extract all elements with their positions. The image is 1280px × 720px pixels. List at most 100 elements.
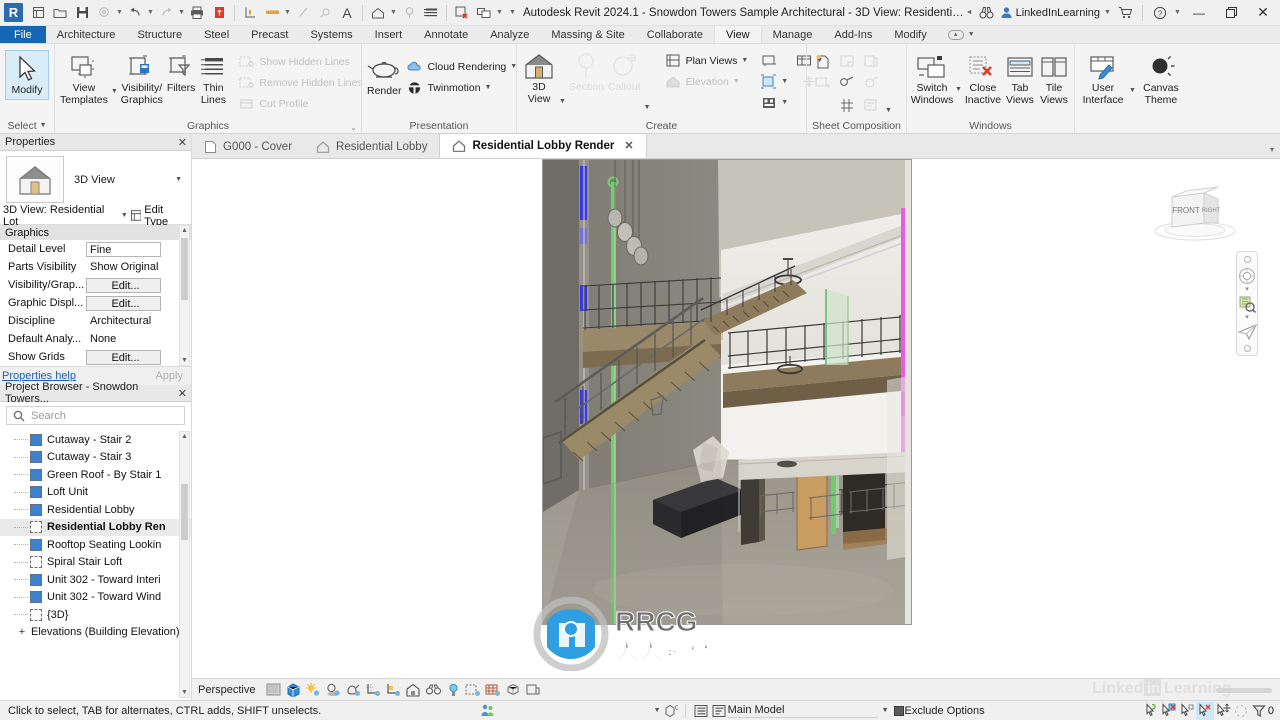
rendering-dialog-icon[interactable] xyxy=(343,680,363,700)
property-value-show-grids[interactable]: Edit... xyxy=(86,349,161,365)
properties-scroll-up-icon[interactable]: ▲ xyxy=(180,227,189,234)
sun-path-icon[interactable] xyxy=(303,680,323,700)
qat-customize-icon[interactable]: ▼ xyxy=(508,9,517,16)
view-3d-dropdown-icon[interactable]: ▼ xyxy=(389,9,398,16)
tab-views-button[interactable]: Tab Views xyxy=(1004,49,1036,108)
temporary-hide-isolate-icon[interactable] xyxy=(423,680,443,700)
rendered-3d-view-image[interactable] xyxy=(542,159,912,625)
twinmotion-dropdown-icon[interactable]: ▼ xyxy=(485,84,492,91)
callout-button[interactable]: Callout xyxy=(607,48,642,96)
cloud-rendering-item[interactable]: Cloud Rendering ▼ xyxy=(404,56,519,77)
guide-grid-icon[interactable] xyxy=(839,75,856,92)
show-crop-region-icon[interactable] xyxy=(383,680,403,700)
close-inactive-button[interactable]: Close Inactive xyxy=(964,49,1002,108)
tab-collaborate[interactable]: Collaborate xyxy=(636,26,714,43)
view-scale-label[interactable]: Perspective xyxy=(198,684,255,696)
properties-instance-dropdown-icon[interactable]: ▼ xyxy=(121,212,128,219)
matchline-icon[interactable] xyxy=(760,94,777,111)
section-icon[interactable] xyxy=(398,2,420,24)
undo-dropdown-icon[interactable]: ▼ xyxy=(146,9,155,16)
tree-item-unit-302-window[interactable]: Unit 302 - Toward Wind xyxy=(0,589,191,607)
property-row[interactable]: Visibility/Grap... Edit... xyxy=(0,276,191,294)
undo-icon[interactable] xyxy=(124,2,146,24)
view-tab-g000-cover[interactable]: G000 - Cover xyxy=(192,135,305,158)
render-button[interactable]: Render xyxy=(366,52,402,100)
switch-windows-dropdown-icon[interactable]: ▼ xyxy=(495,9,504,16)
restore-button[interactable] xyxy=(1216,1,1246,25)
viewcube[interactable]: FRONT RIGHT xyxy=(1152,179,1238,249)
switch-windows-ribbon-dropdown-icon[interactable]: ▼ xyxy=(955,86,962,93)
detail-level-icon[interactable] xyxy=(263,680,283,700)
tree-item-3d[interactable]: {3D} xyxy=(0,606,191,624)
design-options-icon[interactable]: 0 xyxy=(661,702,679,720)
tab-annotate[interactable]: Annotate xyxy=(413,26,479,43)
reveal-hidden-elements-icon[interactable] xyxy=(443,680,463,700)
tab-manage[interactable]: Manage xyxy=(762,26,824,43)
3d-view-dropdown-icon[interactable]: ▼ xyxy=(559,98,566,105)
switch-windows-button[interactable]: Switch Windows xyxy=(911,49,953,108)
ribbon-collapse-icon[interactable]: ▲ xyxy=(947,29,964,40)
tab-architecture[interactable]: Architecture xyxy=(46,26,127,43)
section-button[interactable]: Section xyxy=(568,48,605,96)
select-pinned-icon[interactable] xyxy=(1178,702,1196,720)
ribbon-display-options[interactable]: ▲ ▼ xyxy=(938,26,976,43)
view-zoom-slider[interactable] xyxy=(1216,687,1272,693)
tree-item-residential-lobby[interactable]: Residential Lobby xyxy=(0,501,191,519)
navbar-bottom-handle-icon[interactable] xyxy=(1237,344,1257,353)
properties-type-dropdown-icon[interactable]: ▼ xyxy=(175,176,182,183)
property-row[interactable]: Default Analy... None xyxy=(0,330,191,348)
tab-analyze[interactable]: Analyze xyxy=(479,26,540,43)
search-input[interactable]: Search xyxy=(6,406,185,425)
view-reference-icon[interactable] xyxy=(815,75,832,92)
close-button[interactable]: ✕ xyxy=(1248,1,1278,25)
properties-scroll-thumb[interactable] xyxy=(181,238,188,300)
tree-item-rooftop-seating[interactable]: Rooftop Seating Lookin xyxy=(0,536,191,554)
elevation-dropdown-icon[interactable]: ▼ xyxy=(733,78,740,85)
tab-view[interactable]: View xyxy=(713,26,762,43)
help-icon[interactable]: ? xyxy=(1149,2,1171,24)
tree-item-elevations[interactable]: + Elevations (Building Elevation) xyxy=(0,624,191,642)
steering-wheel-dropdown-icon[interactable]: ▾ xyxy=(1245,286,1249,293)
view-tab-residential-lobby[interactable]: Residential Lobby xyxy=(304,135,440,158)
view-tab-close-icon[interactable]: ✕ xyxy=(624,139,633,152)
redo-icon[interactable] xyxy=(155,2,177,24)
autodesk-store-cart-icon[interactable] xyxy=(1114,2,1136,24)
model-filter-icon[interactable] xyxy=(710,702,728,720)
new-sheet-icon[interactable] xyxy=(815,53,832,70)
revit-logo-icon[interactable]: R xyxy=(4,3,23,22)
aligned-dimension-icon[interactable] xyxy=(261,2,283,24)
tab-steel[interactable]: Steel xyxy=(193,26,240,43)
print-icon[interactable] xyxy=(186,2,208,24)
measure-icon[interactable] xyxy=(239,2,261,24)
active-model-selector[interactable]: Main Model xyxy=(727,703,878,718)
select-links-icon[interactable] xyxy=(1142,702,1160,720)
property-row[interactable]: Show Grids Edit... xyxy=(0,348,191,366)
crop-view-icon[interactable] xyxy=(363,680,383,700)
analytical-model-icon[interactable] xyxy=(483,680,503,700)
modify-button[interactable]: Modify xyxy=(5,50,49,100)
property-value-default-analysis[interactable]: None xyxy=(86,333,191,345)
twinmotion-item[interactable]: Twinmotion ▼ xyxy=(404,77,519,98)
pb-scroll-down-icon[interactable]: ▼ xyxy=(180,689,189,696)
user-interface-button[interactable]: User Interface xyxy=(1079,49,1127,108)
sheet-issues-icon[interactable] xyxy=(863,97,880,114)
drag-elements-icon[interactable] xyxy=(1214,702,1232,720)
tree-item-green-roof[interactable]: Green Roof - By Stair 1 xyxy=(0,466,191,484)
property-row[interactable]: Discipline Architectural xyxy=(0,312,191,330)
redo-dropdown-icon[interactable]: ▼ xyxy=(177,9,186,16)
new-project-icon[interactable] xyxy=(27,2,49,24)
account-dropdown-icon[interactable]: ▼ xyxy=(1103,9,1112,16)
graphics-dialog-launcher-icon[interactable]: ⌄ xyxy=(350,123,357,132)
properties-scroll-down-icon[interactable]: ▼ xyxy=(180,357,189,364)
view-templates-button[interactable]: View Templates xyxy=(59,49,109,108)
properties-scrollbar[interactable]: ▲ ▼ xyxy=(179,225,190,366)
design-options-dropdown-icon[interactable]: ▼ xyxy=(654,707,661,714)
tree-item-loft-unit[interactable]: Loft Unit xyxy=(0,484,191,502)
plan-views-dropdown-icon[interactable]: ▼ xyxy=(741,57,748,64)
expand-icon[interactable]: + xyxy=(16,626,28,638)
pb-scroll-thumb[interactable] xyxy=(181,484,188,540)
tab-massing-site[interactable]: Massing & Site xyxy=(540,26,635,43)
property-value-parts-visibility[interactable]: Show Original xyxy=(86,261,191,273)
view-tabs-overflow-icon[interactable]: ▾ xyxy=(1270,145,1274,154)
revision-icon[interactable] xyxy=(863,53,880,70)
